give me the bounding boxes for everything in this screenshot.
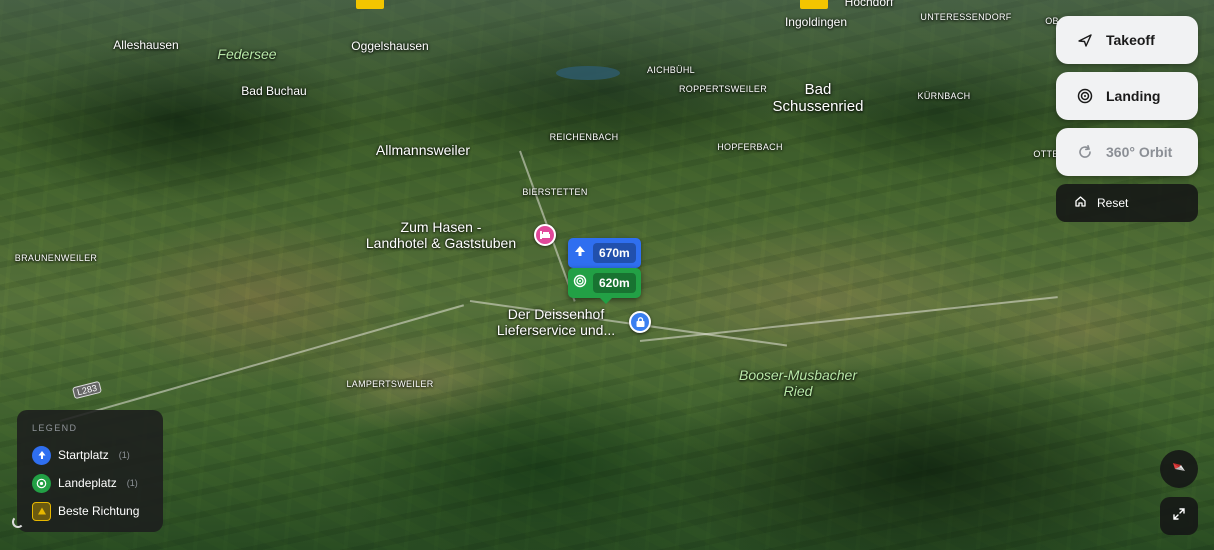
legend-item-beste-richtung: Beste Richtung [32, 497, 148, 525]
place-label: Ingoldingen [784, 15, 848, 29]
shopping-bag-icon[interactable] [629, 311, 651, 333]
target-icon [32, 473, 51, 493]
home-icon [1074, 195, 1087, 211]
legend-label: Startplatz [58, 448, 109, 462]
takeoff-altitude: 670m [593, 243, 636, 263]
place-label: LAMPERTSWEILER [346, 379, 434, 389]
rotate-icon [1076, 143, 1094, 161]
reset-label: Reset [1097, 196, 1129, 210]
legend-panel: LEGEND Startplatz (1) Landeplatz (1) Bes… [17, 410, 163, 532]
triangle-icon [32, 501, 51, 521]
legend-count: (1) [118, 450, 130, 460]
place-label-line: Booser-Musbacher Ried [738, 367, 858, 399]
arrow-up-icon [573, 244, 587, 263]
orbit-button[interactable]: 360° Orbit [1056, 128, 1198, 176]
poi-label-text: Der Deissenhof Lieferservice und... [496, 306, 616, 338]
legend-title: LEGEND [32, 423, 78, 433]
plane-icon [1076, 31, 1094, 49]
expand-icon [1172, 507, 1186, 526]
place-label-line: Bad Schussenried [772, 81, 864, 115]
place-label: REICHENBACH [549, 132, 619, 142]
fullscreen-button[interactable] [1160, 497, 1198, 535]
legend-item-landeplatz: Landeplatz (1) [32, 469, 148, 497]
orbit-label: 360° Orbit [1106, 144, 1173, 160]
target-icon [573, 274, 587, 293]
place-label: UNTERESSENDORF [920, 12, 1012, 22]
legend-label: Beste Richtung [58, 504, 140, 518]
satellite-map[interactable]: Alleshausen Federsee Oggelshausen Bad Bu… [0, 0, 1214, 550]
lake [556, 66, 620, 80]
compass-button[interactable] [1160, 450, 1198, 488]
horizon-haze [0, 0, 1214, 120]
takeoff-marker[interactable]: 670m [568, 238, 641, 274]
landing-button[interactable]: Landing [1056, 72, 1198, 120]
poi-label-text: Zum Hasen - Landhotel & Gaststuben [365, 219, 517, 251]
place-label: OTTE [1033, 149, 1059, 159]
landing-marker[interactable]: 620m [568, 268, 641, 304]
place-label: Alleshausen [113, 38, 179, 52]
legend-item-startplatz: Startplatz (1) [32, 441, 148, 469]
place-label: ROPPERTSWEILER [678, 84, 768, 94]
place-label: Oggelshausen [351, 39, 429, 53]
compass-icon [1169, 457, 1189, 482]
poi-label[interactable]: Der Deissenhof Lieferservice und... [497, 306, 615, 338]
landing-label: Landing [1106, 88, 1161, 104]
place-label: Hochdorf [844, 0, 894, 9]
place-label: HOPFERBACH [717, 142, 783, 152]
place-label: BRAUNENWEILER [14, 253, 98, 263]
poi-label[interactable]: Zum Hasen - Landhotel & Gaststuben [366, 219, 516, 251]
place-label: Federsee [217, 46, 277, 62]
loading-indicator [12, 516, 24, 528]
takeoff-label: Takeoff [1106, 32, 1155, 48]
place-label: AICHBÜHL [647, 65, 695, 75]
hotel-icon[interactable] [534, 224, 556, 246]
reset-button[interactable]: Reset [1056, 184, 1198, 222]
place-label: Allmannsweiler [375, 142, 471, 158]
legend-count: (1) [126, 478, 138, 488]
arrow-up-icon [32, 445, 51, 465]
target-icon [1076, 87, 1094, 105]
place-label: Bad Schussenried [773, 81, 864, 115]
map-marker-tag [800, 0, 828, 9]
map-marker-tag [356, 0, 384, 9]
legend-label: Landeplatz [58, 476, 117, 490]
takeoff-button[interactable]: Takeoff [1056, 16, 1198, 64]
place-label: BIERSTETTEN [522, 187, 588, 197]
place-label: Bad Buchau [241, 84, 307, 98]
place-label: Booser-Musbacher Ried [739, 367, 857, 399]
landing-altitude: 620m [593, 273, 636, 293]
place-label: KÜRNBACH [917, 91, 971, 101]
